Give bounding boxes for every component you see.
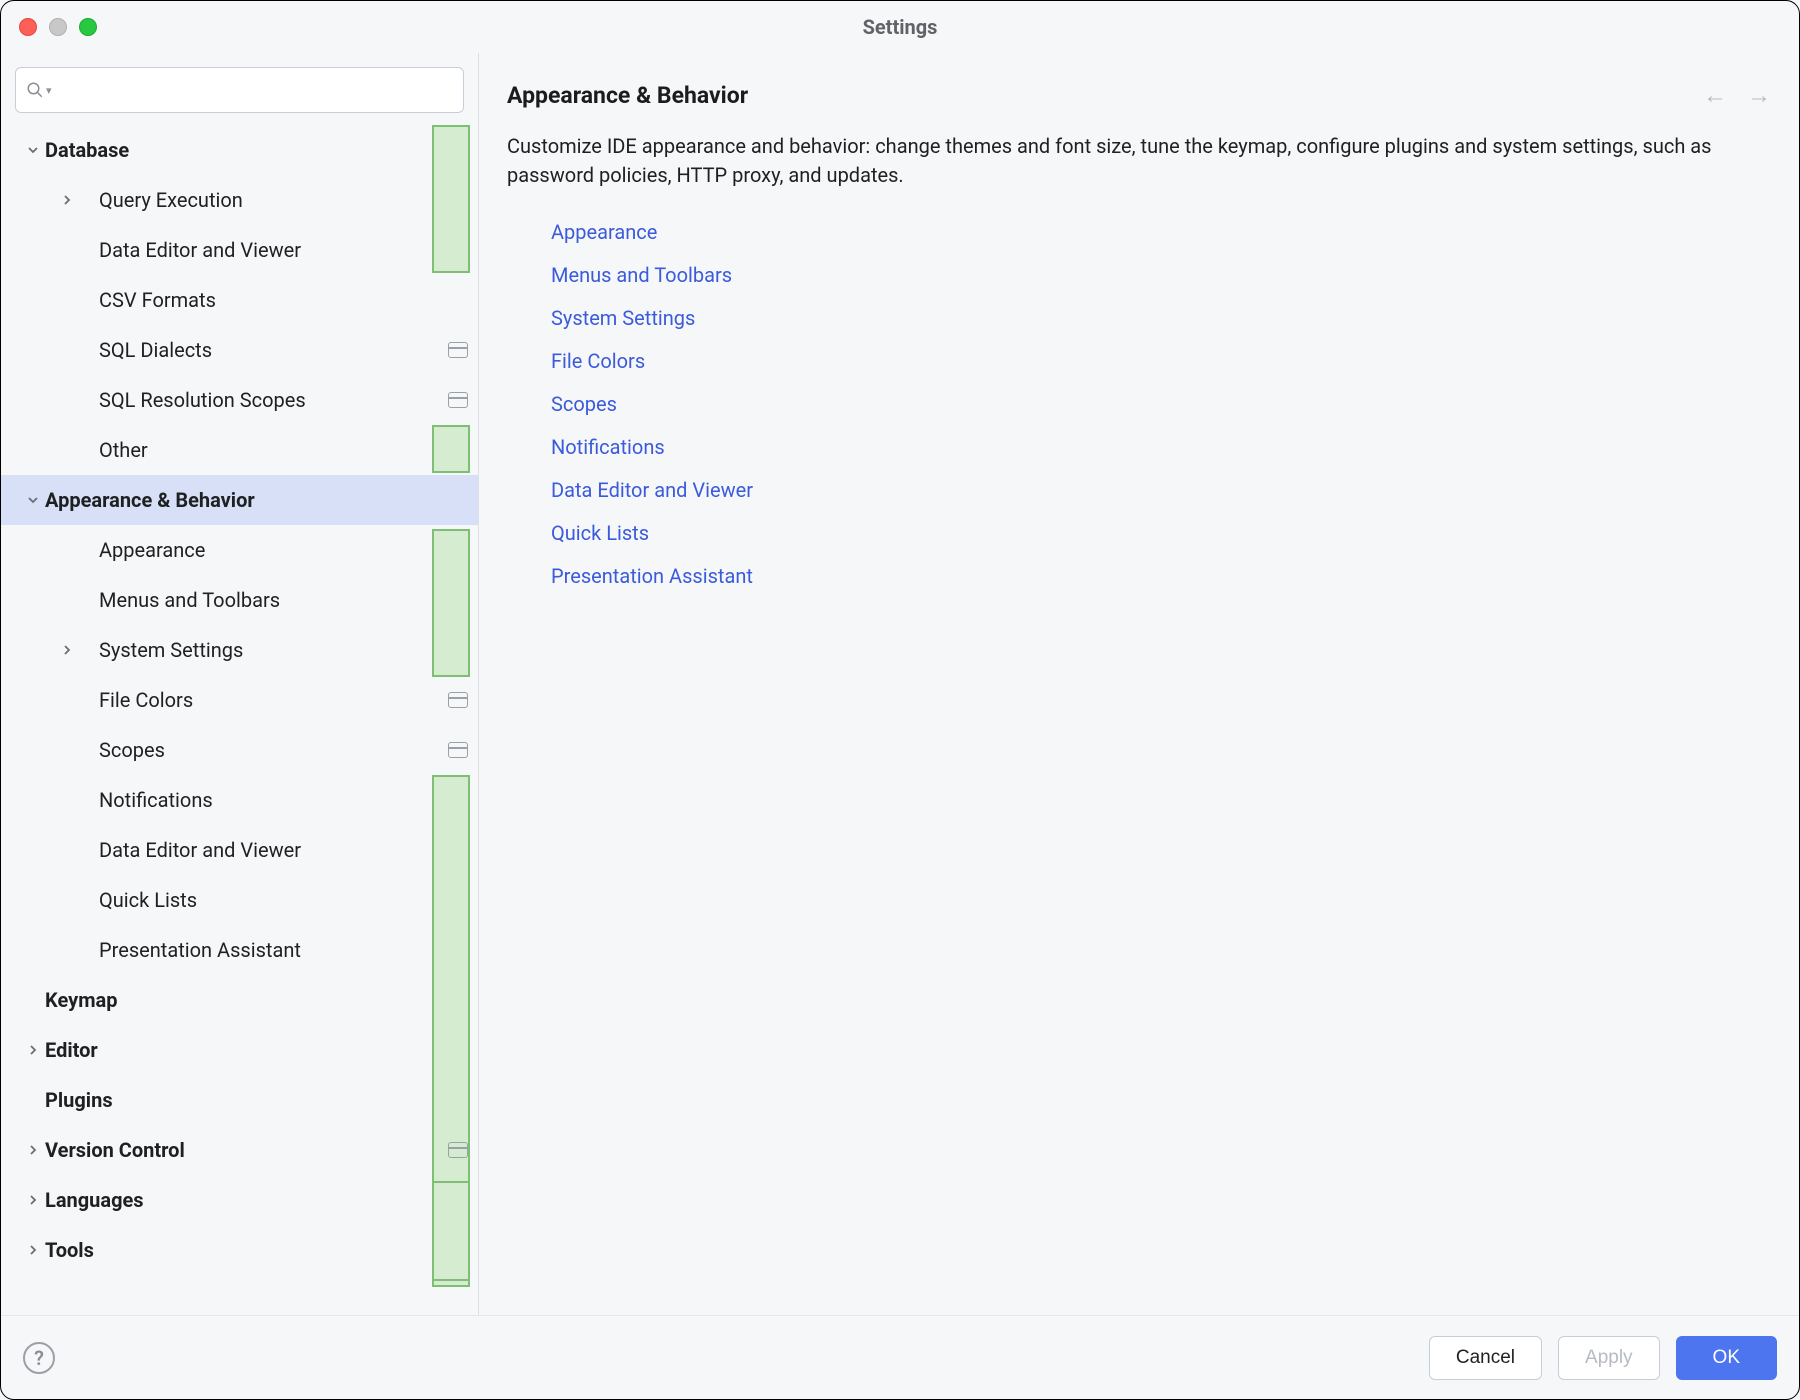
tree-item[interactable]: CSV Formats (1, 275, 478, 325)
nav-forward-icon[interactable]: → (1747, 81, 1771, 110)
subpage-link[interactable]: File Colors (551, 347, 1739, 376)
tree-item[interactable]: Version Control (1, 1125, 478, 1175)
subpage-link[interactable]: Data Editor and Viewer (551, 476, 1739, 505)
project-scope-icon (448, 742, 468, 758)
tree-item[interactable]: Presentation Assistant (1, 925, 478, 975)
chevron-right-icon[interactable] (21, 1194, 45, 1206)
tree-item-label: Query Execution (99, 188, 468, 212)
tree-item-label: Notifications (99, 788, 468, 812)
tree-item[interactable]: Query Execution (1, 175, 478, 225)
tree-item[interactable]: System Settings (1, 625, 478, 675)
tree-item-label: Data Editor and Viewer (99, 838, 468, 862)
tree-item[interactable]: Data Editor and Viewer (1, 225, 478, 275)
tree-item-label: Plugins (45, 1088, 468, 1112)
tree-item[interactable]: Keymap (1, 975, 478, 1025)
chevron-right-icon[interactable] (21, 1144, 45, 1156)
tree-item[interactable]: Menus and Toolbars (1, 575, 478, 625)
ok-button[interactable]: OK (1676, 1336, 1777, 1380)
tree-item-label: Keymap (45, 988, 468, 1012)
search-input[interactable] (56, 80, 453, 101)
tree-item[interactable]: Database (1, 125, 478, 175)
page-description: Customize IDE appearance and behavior: c… (507, 132, 1739, 190)
subpage-link[interactable]: System Settings (551, 304, 1739, 333)
content-header: Appearance & Behavior ← → (479, 53, 1799, 128)
tree-item[interactable]: SQL Dialects (1, 325, 478, 375)
tree-item-label: Menus and Toolbars (99, 588, 468, 612)
search-field[interactable]: ▾ (15, 67, 464, 113)
tree-item-label: Database (45, 138, 468, 162)
content-pane: Appearance & Behavior ← → Customize IDE … (479, 53, 1799, 1315)
tree-item[interactable]: Other (1, 425, 478, 475)
chevron-right-icon[interactable] (21, 1244, 45, 1256)
tree-item-label: Version Control (45, 1138, 442, 1162)
nav-back-icon[interactable]: ← (1703, 81, 1727, 110)
subpage-link[interactable]: Quick Lists (551, 519, 1739, 548)
chevron-down-icon[interactable] (21, 144, 45, 156)
project-scope-icon (448, 1142, 468, 1158)
tree-item-label: System Settings (99, 638, 468, 662)
cancel-button[interactable]: Cancel (1429, 1336, 1542, 1380)
search-wrap: ▾ (1, 63, 478, 125)
tree-item[interactable]: Tools (1, 1225, 478, 1275)
tree-item[interactable]: Appearance & Behavior (1, 475, 478, 525)
tree-item[interactable]: Languages (1, 1175, 478, 1225)
tree-item[interactable]: Quick Lists (1, 875, 478, 925)
search-history-chevron-icon[interactable]: ▾ (46, 84, 52, 97)
tree-item-label: Quick Lists (99, 888, 468, 912)
window-maximize-button[interactable] (79, 18, 97, 36)
tree-item[interactable]: Appearance (1, 525, 478, 575)
chevron-right-icon[interactable] (21, 1044, 45, 1056)
chevron-right-icon[interactable] (55, 194, 79, 206)
tree-item-label: Presentation Assistant (99, 938, 468, 962)
tree-item-label: Tools (45, 1238, 468, 1262)
tree-item[interactable]: Scopes (1, 725, 478, 775)
tree-item[interactable]: Data Editor and Viewer (1, 825, 478, 875)
tree-item[interactable]: SQL Resolution Scopes (1, 375, 478, 425)
tree-item-label: Appearance (99, 538, 468, 562)
tree-item-label: SQL Resolution Scopes (99, 388, 442, 412)
settings-window: Settings ▾ Database Query Execution Data E… (0, 0, 1800, 1400)
tree-item-label: CSV Formats (99, 288, 468, 312)
subpage-link[interactable]: Appearance (551, 218, 1739, 247)
help-button[interactable]: ? (23, 1342, 55, 1374)
chevron-right-icon[interactable] (55, 644, 79, 656)
project-scope-icon (448, 692, 468, 708)
titlebar: Settings (1, 1, 1799, 53)
window-minimize-button[interactable] (49, 18, 67, 36)
window-close-button[interactable] (19, 18, 37, 36)
traffic-lights (19, 18, 97, 36)
tree-item-label: SQL Dialects (99, 338, 442, 362)
tree-item-label: Other (99, 438, 468, 462)
search-icon (26, 81, 44, 99)
tree-item-label: Appearance & Behavior (45, 488, 468, 512)
subpage-link[interactable]: Notifications (551, 433, 1739, 462)
tree-item-label: Editor (45, 1038, 468, 1062)
page-title: Appearance & Behavior (507, 82, 1703, 109)
tree-item-label: File Colors (99, 688, 442, 712)
tree-item-label: Languages (45, 1188, 468, 1212)
tree-item[interactable]: Plugins (1, 1075, 478, 1125)
body: ▾ Database Query Execution Data Editor and… (1, 53, 1799, 1315)
project-scope-icon (448, 392, 468, 408)
window-title: Settings (1, 15, 1799, 39)
content-body: Customize IDE appearance and behavior: c… (479, 128, 1799, 605)
footer: ? Cancel Apply OK (1, 1315, 1799, 1399)
subpage-link-list: Appearance Menus and Toolbars System Setti… (507, 218, 1739, 591)
settings-tree[interactable]: Database Query Execution Data Editor and V… (1, 125, 478, 1315)
subpage-link[interactable]: Menus and Toolbars (551, 261, 1739, 290)
tree-item[interactable]: Editor (1, 1025, 478, 1075)
subpage-link[interactable]: Scopes (551, 390, 1739, 419)
sidebar: ▾ Database Query Execution Data Editor and… (1, 53, 479, 1315)
nav-arrows: ← → (1703, 81, 1771, 110)
tree-item-label: Scopes (99, 738, 442, 762)
subpage-link[interactable]: Presentation Assistant (551, 562, 1739, 591)
tree-item-label: Data Editor and Viewer (99, 238, 468, 262)
project-scope-icon (448, 342, 468, 358)
chevron-down-icon[interactable] (21, 494, 45, 506)
apply-button[interactable]: Apply (1558, 1336, 1660, 1380)
tree-item[interactable]: Notifications (1, 775, 478, 825)
tree-item[interactable]: File Colors (1, 675, 478, 725)
